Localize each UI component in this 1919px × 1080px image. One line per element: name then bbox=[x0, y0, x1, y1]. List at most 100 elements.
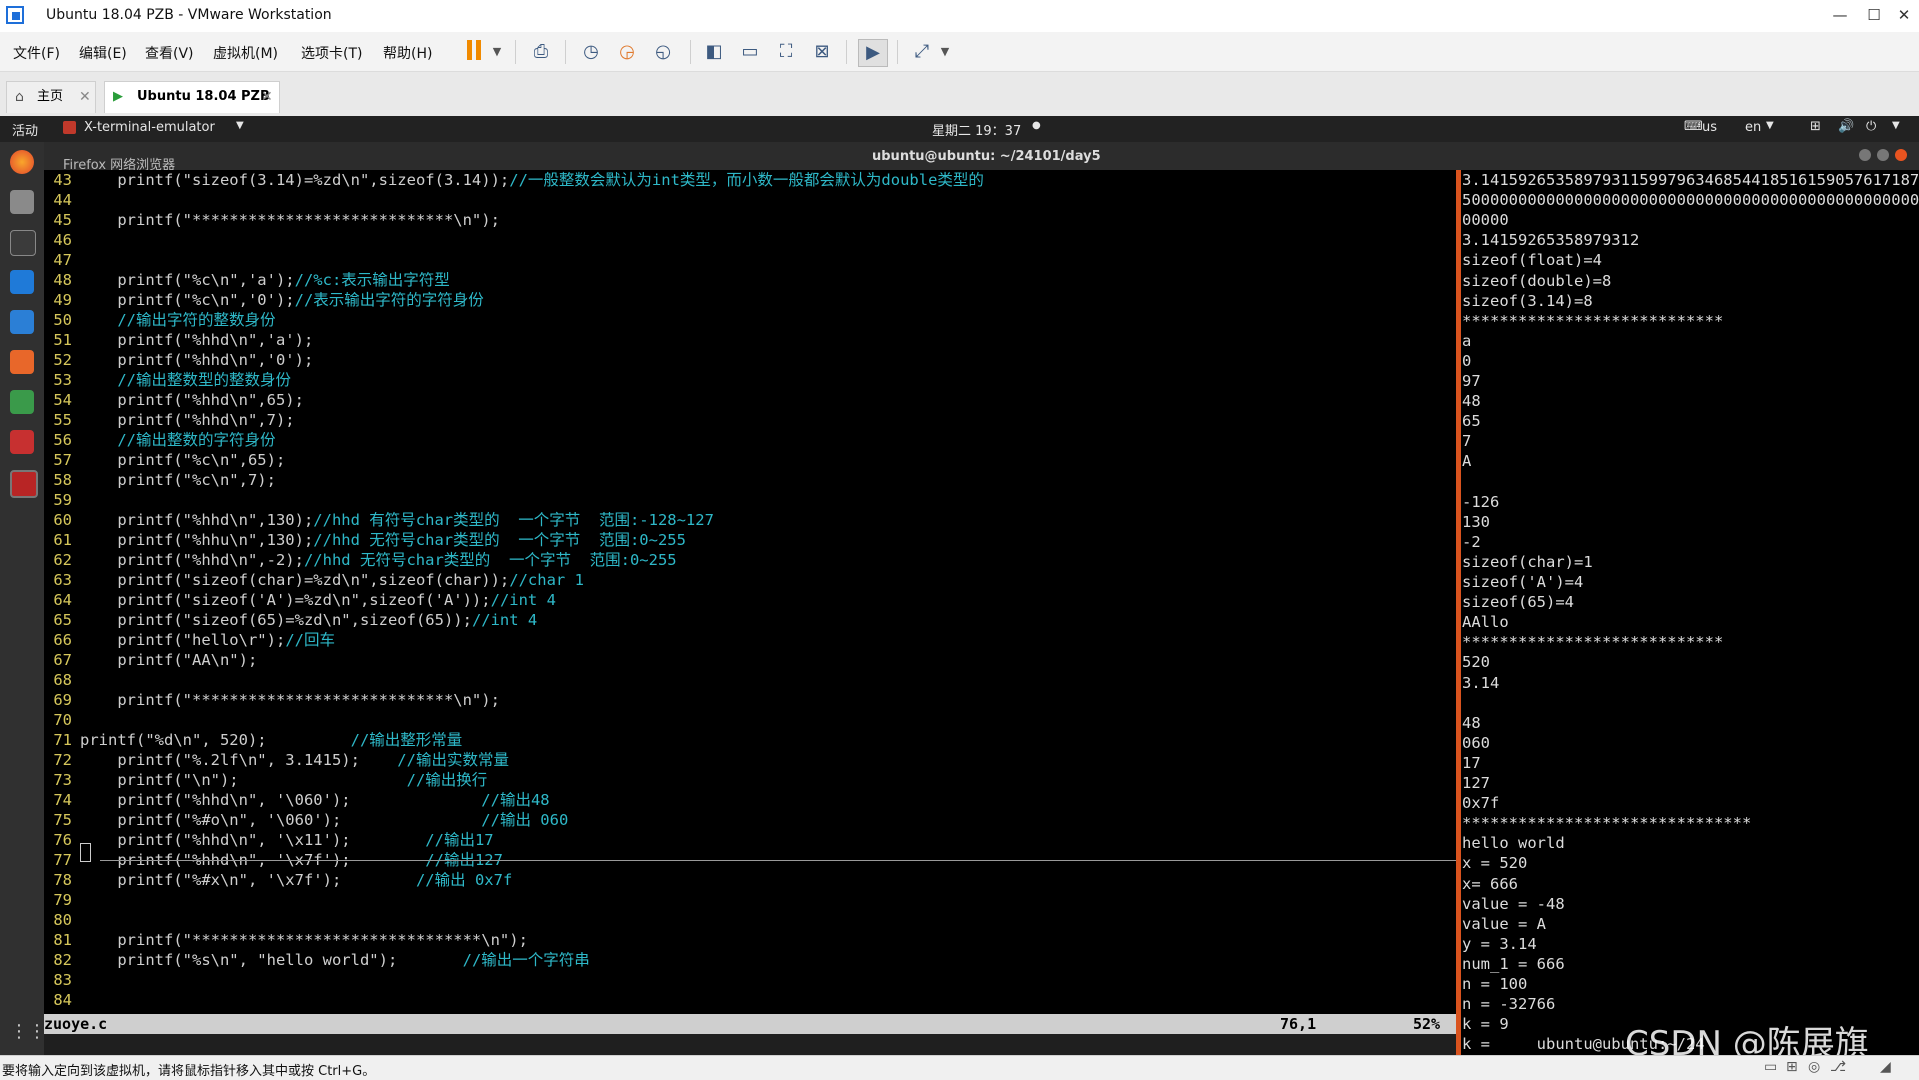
code-comment: //输出字符的整数身份 bbox=[117, 311, 276, 329]
restore-button[interactable]: ☐ bbox=[1862, 4, 1886, 26]
cd-icon[interactable]: ◎ bbox=[1808, 1059, 1820, 1075]
fullscreen-dropdown-icon[interactable]: ▼ bbox=[938, 39, 952, 65]
usb-icon[interactable]: ⎇ bbox=[1830, 1059, 1846, 1075]
line-number: 67 bbox=[53, 651, 72, 669]
settings-icon[interactable] bbox=[10, 390, 34, 414]
network-adapter-icon[interactable]: ⊞ bbox=[1786, 1059, 1798, 1075]
close-icon[interactable]: ✕ bbox=[261, 82, 273, 112]
network-icon[interactable]: ⊞ bbox=[1810, 119, 1821, 134]
menu-tabs[interactable]: 选项卡(T) bbox=[301, 43, 362, 63]
code-text: printf("****************************\n")… bbox=[80, 210, 500, 230]
code-text: printf("%hhd\n",-2);//hhd 无符号char类型的 一个字… bbox=[80, 550, 677, 570]
tab-home[interactable]: ⌂ 主页 ✕ bbox=[6, 81, 96, 113]
code-statement: printf("%hhd\n", '\x11'); bbox=[80, 831, 426, 849]
code-line: 81 printf("*****************************… bbox=[44, 930, 1456, 950]
code-text: printf("%c\n",65); bbox=[80, 450, 285, 470]
send-ctrl-alt-del-icon[interactable]: ⎙ bbox=[527, 39, 555, 65]
menu-edit[interactable]: 编辑(E) bbox=[79, 43, 127, 63]
vim-scroll-percent: 52% bbox=[1413, 1015, 1441, 1033]
code-comment: //hhd 无符号char类型的 一个字节 范围:0~255 bbox=[303, 551, 677, 569]
terminal-output[interactable]: 3.14159265358979311599796346854418516159… bbox=[1461, 170, 1919, 1055]
line-number: 52 bbox=[53, 351, 72, 369]
minimize-button[interactable]: — bbox=[1828, 4, 1852, 26]
chevron-down-icon: ▼ bbox=[1892, 120, 1900, 131]
menu-view[interactable]: 查看(V) bbox=[145, 43, 194, 63]
code-text: printf("sizeof(3.14)=%zd\n",sizeof(3.14)… bbox=[80, 170, 984, 190]
line-number: 57 bbox=[53, 451, 72, 469]
menu-vm[interactable]: 虚拟机(M) bbox=[213, 43, 278, 63]
close-icon[interactable] bbox=[1895, 149, 1907, 161]
maximize-icon[interactable] bbox=[1877, 149, 1889, 161]
vscode-icon[interactable] bbox=[10, 270, 34, 294]
unity-icon[interactable]: ⊠ bbox=[808, 39, 836, 65]
menu-help[interactable]: 帮助(H) bbox=[383, 43, 432, 63]
code-statement: printf("*******************************\… bbox=[80, 931, 528, 949]
pause-dropdown-icon[interactable]: ▼ bbox=[490, 39, 504, 65]
clock[interactable]: 星期二 19：37 bbox=[932, 120, 1021, 139]
power-icon[interactable]: ⏻ bbox=[1866, 119, 1876, 134]
output-line: ******************************* bbox=[1462, 814, 1752, 833]
pause-icon[interactable] bbox=[466, 40, 482, 60]
language-indicator[interactable]: en bbox=[1745, 120, 1761, 135]
console-view-icon[interactable]: ▶ bbox=[858, 39, 888, 67]
code-line: 44 bbox=[44, 190, 1456, 210]
line-number: 53 bbox=[53, 371, 72, 389]
code-text: //输出整数型的整数身份 bbox=[80, 370, 291, 390]
code-statement: printf("sizeof(3.14)=%zd\n",sizeof(3.14)… bbox=[80, 171, 510, 189]
terminal-icon[interactable] bbox=[10, 230, 36, 256]
code-line: 68 bbox=[44, 670, 1456, 690]
code-line: 60 printf("%hhd\n",130);//hhd 有符号char类型的… bbox=[44, 510, 1456, 530]
v2-app-icon[interactable] bbox=[10, 310, 34, 334]
fullscreen-icon[interactable]: ⤢ bbox=[908, 39, 936, 65]
code-text: printf("%d\n", 520); //输出整形常量 bbox=[80, 730, 462, 750]
code-comment: //hhd 有符号char类型的 一个字节 范围:-128~127 bbox=[313, 511, 714, 529]
code-text: //输出字符的整数身份 bbox=[80, 310, 276, 330]
fit-guest-icon[interactable]: ⛶ bbox=[772, 39, 800, 65]
show-apps-icon[interactable]: ⋮⋮ bbox=[10, 1020, 46, 1044]
home-icon: ⌂ bbox=[15, 89, 24, 105]
hdd-icon[interactable]: ▭ bbox=[1764, 1059, 1777, 1075]
code-statement: printf("hello\r"); bbox=[80, 631, 286, 649]
output-line: y = 3.14 bbox=[1462, 934, 1537, 953]
line-number: 77 bbox=[53, 851, 72, 869]
tab-vm[interactable]: ▶ Ubuntu 18.04 PZB ✕ bbox=[104, 81, 280, 113]
snapshot-icon[interactable]: ◷ bbox=[577, 39, 605, 65]
code-line: 82 printf("%s\n", "hello world"); //输出一个… bbox=[44, 950, 1456, 970]
code-text: printf("%hhd\n", '\060'); //输出48 bbox=[80, 790, 549, 810]
volume-icon[interactable]: 🔊 bbox=[1838, 119, 1854, 134]
vim-statusline: zuoye.c 76,1 52% bbox=[44, 1014, 1456, 1034]
snapshot-manager-icon[interactable]: ◵ bbox=[649, 39, 677, 65]
line-number: 66 bbox=[53, 631, 72, 649]
app-menu[interactable]: X-terminal-emulator bbox=[84, 120, 215, 135]
activities-button[interactable]: 活动 bbox=[12, 120, 38, 139]
code-line: 64 printf("sizeof('A')=%zd\n",sizeof('A'… bbox=[44, 590, 1456, 610]
minimize-icon[interactable] bbox=[1859, 149, 1871, 161]
sidebar-icon[interactable]: ◧ bbox=[700, 39, 728, 65]
code-text: //输出整数的字符身份 bbox=[80, 430, 275, 450]
files-icon[interactable] bbox=[10, 190, 34, 214]
code-text: printf("%.2lf\n", 3.1415); //输出实数常量 bbox=[80, 750, 509, 770]
code-line: 80 bbox=[44, 910, 1456, 930]
menu-file[interactable]: 文件(F) bbox=[13, 43, 60, 63]
code-statement: printf("sizeof('A')=%zd\n",sizeof('A')); bbox=[80, 591, 491, 609]
code-line: 59 bbox=[44, 490, 1456, 510]
terminal-emulator-icon[interactable] bbox=[10, 470, 38, 498]
keyboard-layout[interactable]: us bbox=[1702, 120, 1717, 135]
output-line: 0x7f bbox=[1462, 794, 1500, 813]
vim-editor[interactable]: 43 printf("sizeof(3.14)=%zd\n",sizeof(3.… bbox=[44, 170, 1456, 1014]
code-statement: printf("%hhd\n",65); bbox=[80, 391, 304, 409]
line-number: 56 bbox=[53, 431, 72, 449]
presentation-icon[interactable] bbox=[10, 430, 34, 454]
thumbnail-bar-icon[interactable]: ▭ bbox=[736, 39, 764, 65]
close-button[interactable]: ✕ bbox=[1892, 4, 1916, 26]
firefox-icon[interactable] bbox=[10, 150, 34, 174]
close-icon[interactable]: ✕ bbox=[79, 82, 91, 112]
code-text: printf("%c\n",7); bbox=[80, 470, 276, 490]
revert-snapshot-icon[interactable]: ◶ bbox=[613, 39, 641, 65]
code-comment: //回车 bbox=[285, 631, 335, 649]
output-line: sizeof(float)=4 bbox=[1462, 251, 1602, 270]
tab-vm-label: Ubuntu 18.04 PZB bbox=[137, 89, 270, 104]
line-number: 70 bbox=[53, 711, 72, 729]
software-center-icon[interactable] bbox=[10, 350, 34, 374]
line-number: 75 bbox=[53, 811, 72, 829]
